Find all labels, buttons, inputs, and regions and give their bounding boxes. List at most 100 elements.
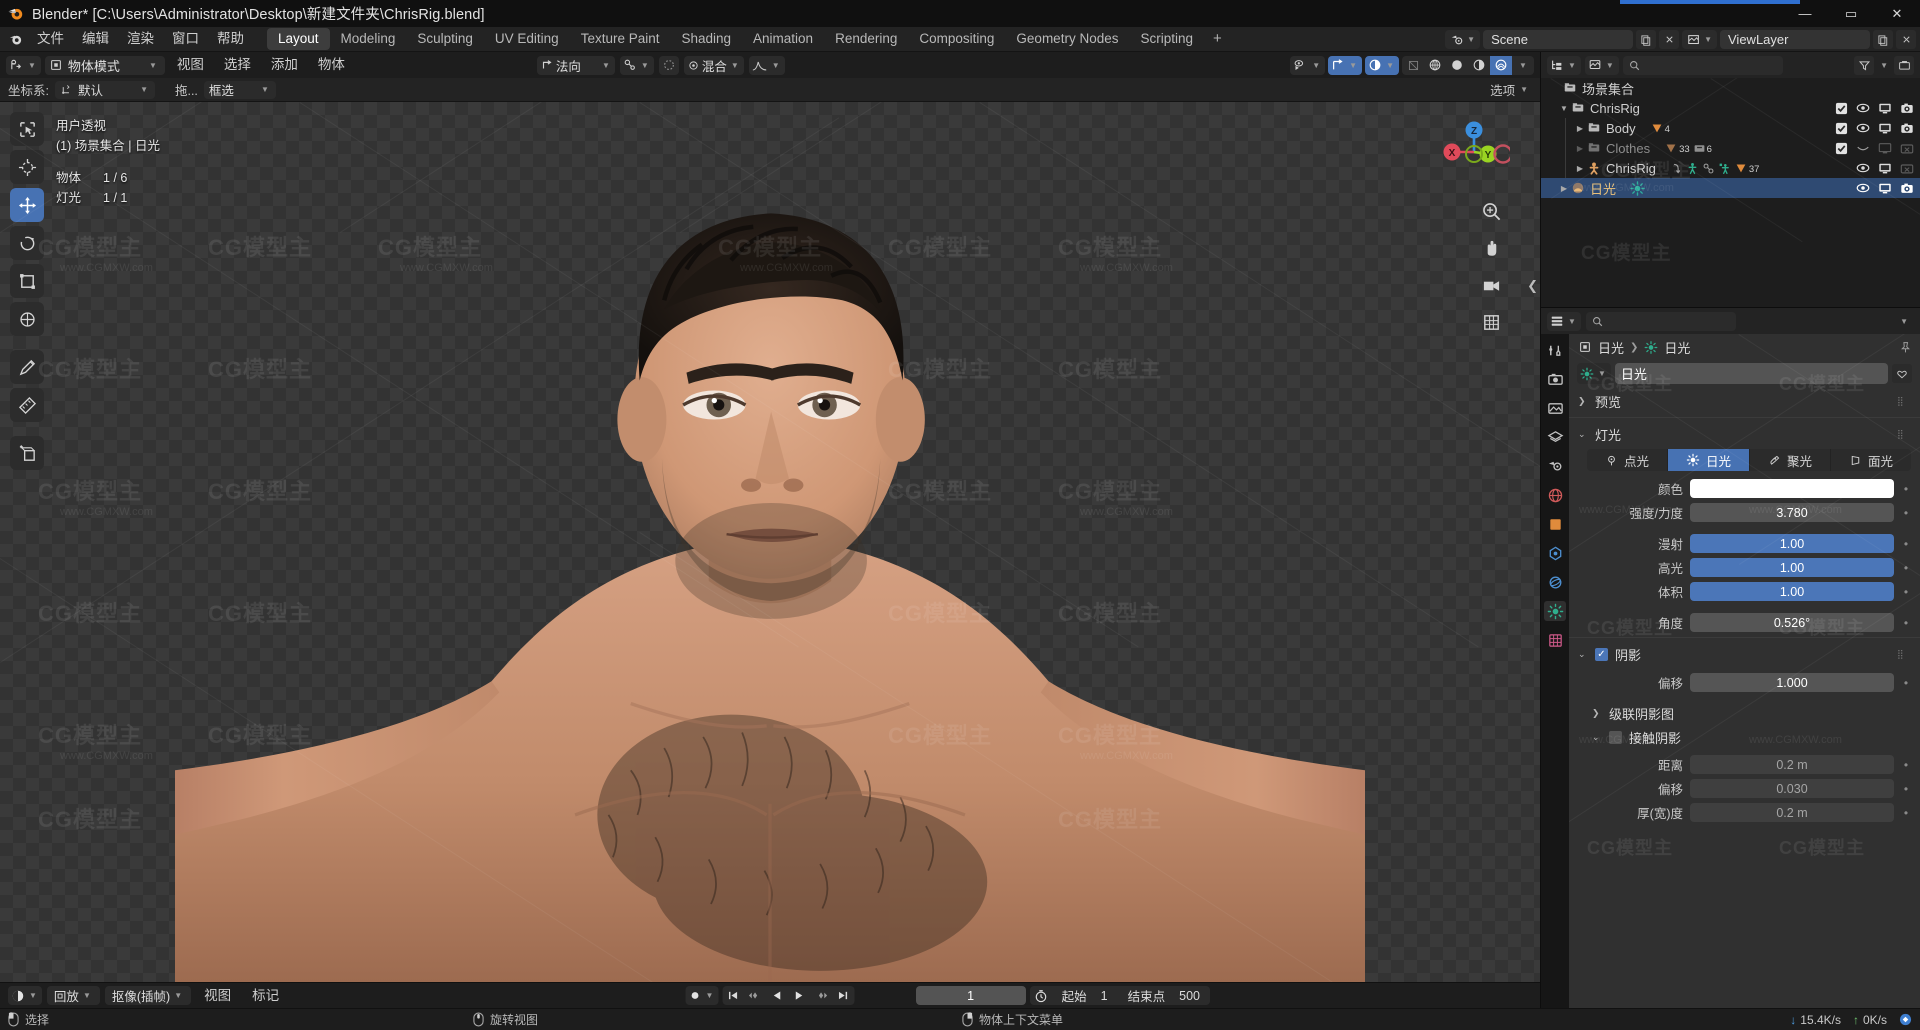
- timeline-menu-view[interactable]: 视图: [196, 986, 239, 1006]
- menu-window[interactable]: 窗口: [163, 28, 208, 50]
- use-preview-range-icon[interactable]: [1030, 986, 1052, 1005]
- checkbox-checked-icon[interactable]: [1834, 121, 1848, 135]
- zoom-icon[interactable]: [1478, 198, 1504, 224]
- animate-property-dot[interactable]: •: [1901, 806, 1911, 820]
- shading-wireframe-button[interactable]: [1402, 56, 1424, 75]
- shading-options-dropdown[interactable]: ▼: [1512, 56, 1534, 75]
- tab-scripting[interactable]: Scripting: [1129, 28, 1204, 50]
- animate-property-dot[interactable]: •: [1901, 561, 1911, 575]
- gizmo-toggle[interactable]: ▼: [1328, 55, 1363, 75]
- interaction-mode-selector[interactable]: 物体模式 ▼: [44, 55, 165, 75]
- auto-keying-toggle[interactable]: ▼: [685, 986, 719, 1005]
- monitor-icon[interactable]: [1878, 161, 1892, 175]
- tab-object-data[interactable]: [1544, 601, 1566, 621]
- menu-edit[interactable]: 编辑: [73, 28, 118, 50]
- tab-output[interactable]: [1544, 398, 1566, 418]
- pin-icon[interactable]: [1899, 341, 1912, 354]
- animate-property-dot[interactable]: •: [1901, 537, 1911, 551]
- next-keyframe-button[interactable]: [810, 986, 832, 1005]
- pan-hand-icon[interactable]: [1478, 235, 1504, 261]
- play-button[interactable]: [788, 986, 810, 1005]
- add-workspace-button[interactable]: +: [1204, 29, 1231, 49]
- tool-move[interactable]: [10, 188, 44, 222]
- outliner-row-chrisrig-collection[interactable]: ▼ ChrisRig: [1541, 98, 1920, 118]
- animate-property-dot[interactable]: •: [1901, 616, 1911, 630]
- disclosure-triangle-icon[interactable]: ▼: [1557, 104, 1571, 113]
- panel-preview-header[interactable]: ❯ 预览 ⣿: [1569, 389, 1920, 413]
- eye-icon[interactable]: [1856, 181, 1870, 195]
- tab-view-layer[interactable]: [1544, 427, 1566, 447]
- outliner-search-input[interactable]: [1622, 55, 1783, 75]
- minimize-button[interactable]: —: [1782, 0, 1828, 27]
- viewport-menu-view[interactable]: 视图: [169, 55, 212, 75]
- start-frame-field[interactable]: 起始 1: [1052, 986, 1118, 1005]
- maximize-button[interactable]: ▭: [1828, 0, 1874, 27]
- viewport-menu-select[interactable]: 选择: [216, 55, 259, 75]
- proportional-editing-toggle[interactable]: [658, 55, 679, 75]
- outliner-row-sun-light[interactable]: ▶ 日光: [1541, 178, 1920, 198]
- panel-light-header[interactable]: ⌄ 灯光 ⣿: [1569, 422, 1920, 446]
- viewport-menu-add[interactable]: 添加: [263, 55, 306, 75]
- disclosure-triangle-icon[interactable]: ▶: [1557, 184, 1571, 193]
- monitor-icon[interactable]: [1878, 121, 1892, 135]
- timeline-menu-marker[interactable]: 标记: [244, 986, 287, 1006]
- visibility-selector[interactable]: ▼: [1290, 55, 1326, 75]
- tab-animation[interactable]: Animation: [742, 28, 824, 50]
- menu-file[interactable]: 文件: [28, 28, 73, 50]
- scene-name-field[interactable]: Scene: [1483, 30, 1634, 49]
- animate-property-dot[interactable]: •: [1901, 676, 1911, 690]
- viewport-menu-object[interactable]: 物体: [310, 55, 353, 75]
- eye-closed-icon[interactable]: [1856, 141, 1870, 155]
- outliner-new-collection-icon[interactable]: [1894, 55, 1914, 75]
- tab-shading[interactable]: Shading: [670, 28, 742, 50]
- play-reverse-button[interactable]: [766, 986, 788, 1005]
- tool-cursor[interactable]: [10, 150, 44, 184]
- outliner-editor-type[interactable]: ▼: [1547, 55, 1581, 75]
- editor-type-selector[interactable]: ▼: [6, 55, 41, 75]
- overlays-toggle[interactable]: ▼: [1365, 55, 1399, 75]
- tab-sculpting[interactable]: Sculpting: [406, 28, 484, 50]
- shadow-enable-checkbox[interactable]: ✓: [1595, 647, 1608, 661]
- light-strength-field[interactable]: 3.780: [1690, 503, 1894, 522]
- tool-measure[interactable]: [10, 388, 44, 422]
- drag-action-selector[interactable]: 框选 ▼: [203, 80, 276, 99]
- light-data-browse-button[interactable]: ▼: [1577, 363, 1611, 384]
- diffuse-field[interactable]: 1.00: [1690, 534, 1894, 553]
- snapping-toggle[interactable]: ▼: [619, 55, 654, 75]
- disclosure-triangle-icon[interactable]: ▶: [1573, 124, 1587, 133]
- tab-uv-editing[interactable]: UV Editing: [484, 28, 570, 50]
- options-label[interactable]: 选项: [1490, 80, 1515, 99]
- animate-property-dot[interactable]: •: [1901, 482, 1911, 496]
- monitor-icon[interactable]: [1878, 101, 1892, 115]
- panel-contact-shadow-header[interactable]: ⌄ 接触阴影: [1583, 725, 1920, 749]
- contact-bias-field[interactable]: 0.030: [1690, 779, 1894, 798]
- outliner-row-chrisrig-armature[interactable]: ▶ ChrisRig 37: [1541, 158, 1920, 178]
- drag-handle-dots[interactable]: ⣿: [1897, 429, 1911, 438]
- tab-modifiers[interactable]: [1544, 543, 1566, 563]
- outliner-row-clothes[interactable]: ▶ Clothes 33 6: [1541, 138, 1920, 158]
- 3d-viewport[interactable]: 用户透视 (1) 场景集合 | 日光 物体 1 / 6 灯光 1 / 1 Z X…: [0, 102, 1540, 982]
- specular-field[interactable]: 1.00: [1690, 558, 1894, 577]
- eye-icon[interactable]: [1856, 101, 1870, 115]
- fake-user-button[interactable]: [1892, 364, 1912, 383]
- breadcrumb-object[interactable]: 日光: [1598, 338, 1624, 357]
- tool-transform[interactable]: [10, 302, 44, 336]
- camera-icon[interactable]: [1900, 101, 1914, 115]
- contact-thickness-field[interactable]: 0.2 m: [1690, 803, 1894, 822]
- light-type-area[interactable]: 面光: [1831, 449, 1911, 471]
- outliner-row-scene-collection[interactable]: ▶ 场景集合: [1541, 78, 1920, 98]
- eye-icon[interactable]: [1856, 121, 1870, 135]
- properties-search-input[interactable]: [1585, 311, 1736, 331]
- properties-editor-type[interactable]: ▼: [1547, 311, 1581, 331]
- panel-shadow-header[interactable]: ⌄ ✓ 阴影 ⣿: [1569, 642, 1920, 666]
- tab-rendering[interactable]: Rendering: [824, 28, 908, 50]
- viewlayer-selector[interactable]: ▼: [1682, 30, 1717, 49]
- menu-render[interactable]: 渲染: [118, 28, 163, 50]
- prev-keyframe-button[interactable]: [744, 986, 766, 1005]
- tab-layout[interactable]: Layout: [267, 28, 330, 50]
- orthographic-toggle-icon[interactable]: [1478, 309, 1504, 335]
- camera-view-icon[interactable]: [1478, 272, 1504, 298]
- tool-rotate[interactable]: [10, 226, 44, 260]
- timeline-menu-playback[interactable]: 回放 ▼: [46, 986, 100, 1005]
- camera-icon[interactable]: [1900, 161, 1914, 175]
